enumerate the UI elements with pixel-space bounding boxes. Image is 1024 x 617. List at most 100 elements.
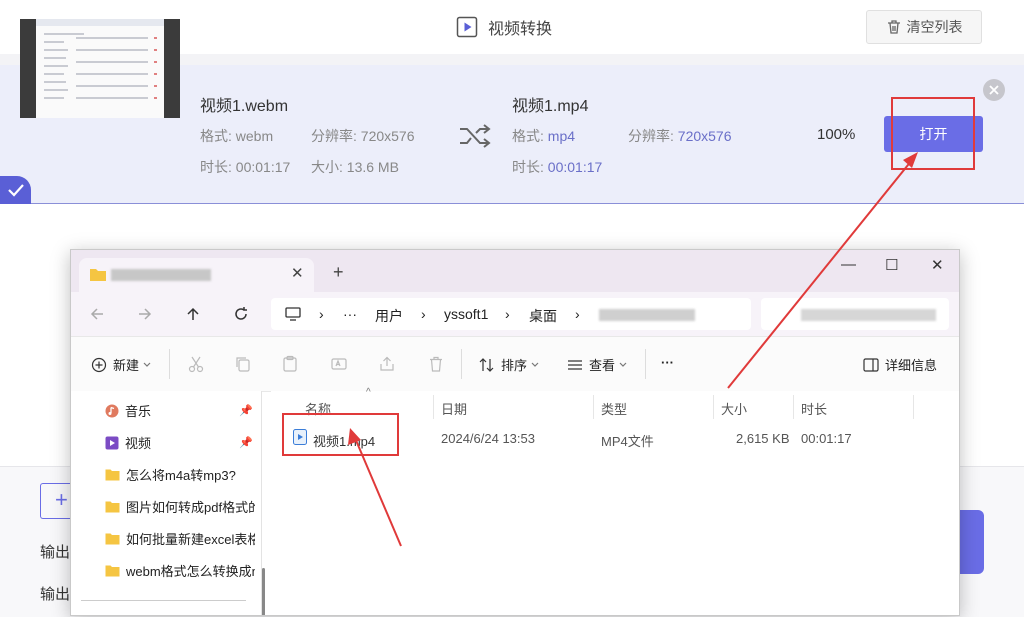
toolbar-divider [461,349,462,379]
address-ellipsis[interactable]: ··· [343,306,357,322]
sidebar-item-folder[interactable]: 怎么将m4a转mp3? [105,465,255,484]
address-crumb-users[interactable]: 用户 [375,306,403,326]
sidebar-item-videos[interactable]: 视频 [105,433,255,452]
column-divider[interactable] [713,395,714,419]
column-divider[interactable] [793,395,794,419]
source-format-value: webm [235,128,274,144]
share-icon[interactable] [378,355,396,373]
sidebar-item-label: 视频 [125,436,152,451]
source-resolution-label: 分辨率: [311,128,357,144]
sidebar-item-music[interactable]: 音乐 [105,401,255,420]
video-play-icon [456,16,478,38]
tab-close-button[interactable]: ✕ [291,264,304,282]
source-duration-value: 00:01:17 [235,159,291,175]
source-filename: 视频1.webm [200,98,289,115]
toolbar-divider [645,349,646,379]
file-date: 2024/6/24 13:53 [441,431,535,446]
target-duration-label: 时长: [512,159,544,175]
source-size: 大小: 13.6 MB [311,157,399,177]
view-button[interactable]: 查看 [567,355,633,374]
explorer-tab[interactable]: ✕ [79,258,314,292]
maximize-button[interactable]: ☐ [885,256,898,274]
address-separator: › [319,306,324,322]
address-crumb-user[interactable]: yssoft1 [444,306,488,322]
target-filename: 视频1.mp4 [512,98,589,115]
column-header-type[interactable]: 类型 [601,399,627,418]
shuffle-icon [460,124,491,148]
more-options-button[interactable]: ··· [661,355,674,370]
window-close-button[interactable]: ✕ [931,256,944,274]
cut-icon[interactable] [187,355,205,373]
remove-task-button[interactable] [983,79,1005,101]
column-divider[interactable] [593,395,594,419]
target-duration-value: 00:01:17 [547,159,603,175]
column-header-date[interactable]: 日期 [441,399,467,418]
target-format: 格式: mp4 [512,126,575,146]
delete-icon[interactable] [427,355,445,373]
new-tab-button[interactable]: + [333,262,344,283]
target-resolution-label: 分辨率: [628,128,674,144]
video-icon [105,436,119,449]
address-bar[interactable]: › ··· 用户 › yssoft1 › 桌面 › [271,298,751,330]
start-button[interactable] [960,510,984,574]
sort-icon [479,357,494,372]
folder-icon [105,533,120,545]
page-title-text: 视频转换 [488,21,553,38]
sidebar-scrollbar[interactable] [262,568,265,615]
new-label: 新建 [113,358,140,373]
details-pane-button[interactable]: 详细信息 [863,355,937,374]
address-separator: › [575,306,580,322]
sidebar-item-folder[interactable]: 图片如何转成pdf格式的 [105,497,255,516]
address-separator: › [421,306,426,322]
explorer-navbar: › ··· 用户 › yssoft1 › 桌面 › [71,292,959,336]
search-placeholder-blurred [801,309,936,321]
close-icon [989,85,999,95]
paste-icon[interactable] [281,355,299,373]
target-format-label: 格式: [512,128,544,144]
sidebar-divider [81,600,246,601]
new-button[interactable]: 新建 [91,355,157,374]
video-thumbnail [20,19,180,118]
clear-list-button[interactable]: 清空列表 [866,10,982,44]
column-header-size[interactable]: 大小 [721,399,747,418]
sidebar-item-label: 图片如何转成pdf格式的 [126,500,255,515]
target-resolution: 分辨率: 720x576 [628,126,732,146]
progress-percent: 100% [817,126,856,143]
source-format: 格式: webm [200,126,273,146]
back-arrow-icon[interactable] [89,306,105,322]
pin-icon: 📌 [239,405,253,417]
sidebar-item-folder[interactable]: 如何批量新建excel表格文 [105,529,255,548]
file-duration: 00:01:17 [801,431,852,446]
forward-arrow-icon[interactable] [137,306,153,322]
column-divider[interactable] [913,395,914,419]
search-input[interactable] [761,298,949,330]
column-divider[interactable] [433,395,434,419]
target-resolution-value: 720x576 [677,128,732,144]
minimize-button[interactable]: — [841,256,856,273]
clear-list-label: 清空列表 [906,19,963,35]
output-label-1: 输出 [40,544,71,561]
selected-checkbox[interactable] [0,176,31,204]
trash-icon [887,20,900,34]
address-crumb-desktop[interactable]: 桌面 [529,306,557,326]
details-pane-icon [863,357,879,372]
up-arrow-icon[interactable] [185,306,201,322]
refresh-icon[interactable] [233,306,249,322]
explorer-toolbar: 新建 排序 查看 ··· 详细信息 [71,336,959,392]
source-size-value: 13.6 MB [346,159,399,175]
folder-icon [105,469,120,481]
source-format-label: 格式: [200,128,232,144]
rename-icon[interactable] [330,355,348,373]
column-header-duration[interactable]: 时长 [801,399,827,418]
sidebar-item-folder[interactable]: webm格式怎么转换成m [105,561,255,580]
target-format-value: mp4 [547,128,576,144]
page-title: 视频转换 [456,15,552,39]
tab-title-blurred [111,269,211,281]
add-file-button[interactable]: + [40,483,72,519]
copy-icon[interactable] [234,355,252,373]
sort-label: 排序 [501,358,528,373]
pin-icon: 📌 [239,437,253,449]
source-resolution: 分辨率: 720x576 [311,126,415,146]
folder-icon [105,501,120,513]
sort-button[interactable]: 排序 [479,355,545,374]
